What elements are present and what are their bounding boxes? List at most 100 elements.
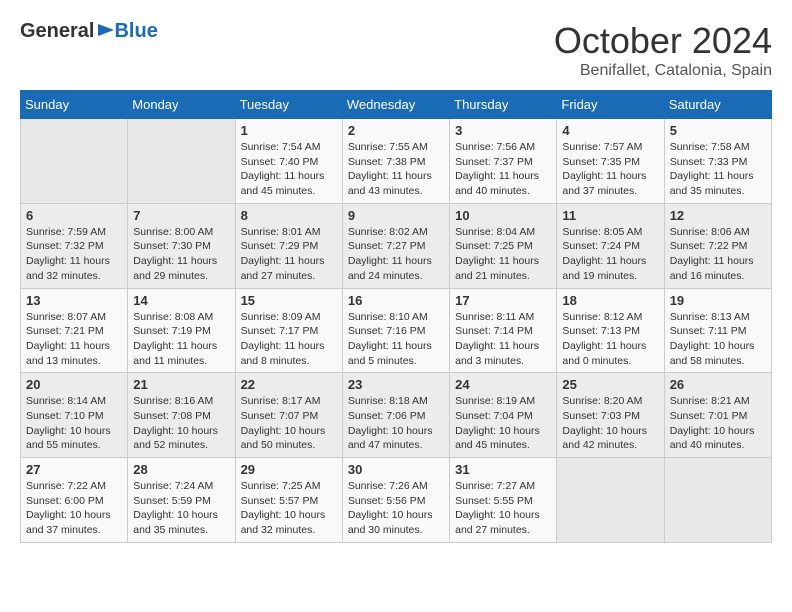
header-tuesday: Tuesday (235, 91, 342, 119)
logo: General Blue (20, 20, 158, 43)
header-wednesday: Wednesday (342, 91, 449, 119)
day-number: 15 (241, 293, 337, 308)
day-number: 14 (133, 293, 229, 308)
day-info: Sunrise: 8:09 AM Sunset: 7:17 PM Dayligh… (241, 310, 337, 369)
table-row: 15 Sunrise: 8:09 AM Sunset: 7:17 PM Dayli… (235, 288, 342, 373)
table-row: 6Sunrise: 7:59 AM Sunset: 7:32 PM Daylig… (21, 203, 128, 288)
day-info: Sunrise: 7:59 AM Sunset: 7:32 PM Dayligh… (26, 225, 122, 284)
day-number: 24 (455, 377, 551, 392)
table-row: 24 Sunrise: 8:19 AM Sunset: 7:04 PM Dayli… (450, 373, 557, 458)
table-row: 13 Sunrise: 8:07 AM Sunset: 7:21 PM Dayli… (21, 288, 128, 373)
day-info: Sunrise: 7:25 AM Sunset: 5:57 PM Dayligh… (241, 479, 337, 538)
day-info: Sunrise: 8:13 AM Sunset: 7:11 PM Dayligh… (670, 310, 766, 369)
day-number: 1 (241, 123, 337, 138)
day-number: 4 (562, 123, 658, 138)
table-row: 27 Sunrise: 7:22 AM Sunset: 6:00 PM Dayli… (21, 458, 128, 543)
calendar-table: Sunday Monday Tuesday Wednesday Thursday… (20, 90, 772, 543)
day-number: 28 (133, 462, 229, 477)
table-row: 14 Sunrise: 8:08 AM Sunset: 7:19 PM Dayli… (128, 288, 235, 373)
calendar-week-row: 20 Sunrise: 8:14 AM Sunset: 7:10 PM Dayli… (21, 373, 772, 458)
day-number: 25 (562, 377, 658, 392)
day-info: Sunrise: 7:55 AM Sunset: 7:38 PM Dayligh… (348, 140, 444, 199)
page-header: General Blue October 2024 Benifallet, Ca… (20, 20, 772, 80)
calendar-week-row: 6Sunrise: 7:59 AM Sunset: 7:32 PM Daylig… (21, 203, 772, 288)
day-info: Sunrise: 8:17 AM Sunset: 7:07 PM Dayligh… (241, 394, 337, 453)
header-sunday: Sunday (21, 91, 128, 119)
day-number: 9 (348, 208, 444, 223)
table-row (664, 458, 771, 543)
day-number: 13 (26, 293, 122, 308)
day-info: Sunrise: 8:07 AM Sunset: 7:21 PM Dayligh… (26, 310, 122, 369)
day-info: Sunrise: 8:16 AM Sunset: 7:08 PM Dayligh… (133, 394, 229, 453)
day-info: Sunrise: 7:27 AM Sunset: 5:55 PM Dayligh… (455, 479, 551, 538)
day-number: 5 (670, 123, 766, 138)
header-monday: Monday (128, 91, 235, 119)
day-number: 2 (348, 123, 444, 138)
day-number: 7 (133, 208, 229, 223)
table-row: 2 Sunrise: 7:55 AM Sunset: 7:38 PM Daylig… (342, 119, 449, 204)
table-row: 3Sunrise: 7:56 AM Sunset: 7:37 PM Daylig… (450, 119, 557, 204)
day-number: 26 (670, 377, 766, 392)
table-row: 22 Sunrise: 8:17 AM Sunset: 7:07 PM Dayli… (235, 373, 342, 458)
table-row: 29 Sunrise: 7:25 AM Sunset: 5:57 PM Dayli… (235, 458, 342, 543)
table-row: 19 Sunrise: 8:13 AM Sunset: 7:11 PM Dayli… (664, 288, 771, 373)
day-info: Sunrise: 7:22 AM Sunset: 6:00 PM Dayligh… (26, 479, 122, 538)
day-number: 3 (455, 123, 551, 138)
table-row: 11 Sunrise: 8:05 AM Sunset: 7:24 PM Dayli… (557, 203, 664, 288)
day-info: Sunrise: 8:20 AM Sunset: 7:03 PM Dayligh… (562, 394, 658, 453)
table-row: 17Sunrise: 8:11 AM Sunset: 7:14 PM Dayli… (450, 288, 557, 373)
day-info: Sunrise: 7:57 AM Sunset: 7:35 PM Dayligh… (562, 140, 658, 199)
table-row: 7 Sunrise: 8:00 AM Sunset: 7:30 PM Daylig… (128, 203, 235, 288)
day-info: Sunrise: 7:54 AM Sunset: 7:40 PM Dayligh… (241, 140, 337, 199)
day-info: Sunrise: 7:24 AM Sunset: 5:59 PM Dayligh… (133, 479, 229, 538)
day-info: Sunrise: 8:02 AM Sunset: 7:27 PM Dayligh… (348, 225, 444, 284)
month-year-title: October 2024 (554, 20, 772, 62)
day-number: 10 (455, 208, 551, 223)
day-info: Sunrise: 8:11 AM Sunset: 7:14 PM Dayligh… (455, 310, 551, 369)
table-row: 26 Sunrise: 8:21 AM Sunset: 7:01 PM Dayli… (664, 373, 771, 458)
day-number: 11 (562, 208, 658, 223)
header-thursday: Thursday (450, 91, 557, 119)
day-number: 20 (26, 377, 122, 392)
logo-flag-icon (96, 22, 116, 42)
table-row: 12 Sunrise: 8:06 AM Sunset: 7:22 PM Dayli… (664, 203, 771, 288)
day-number: 22 (241, 377, 337, 392)
day-info: Sunrise: 8:19 AM Sunset: 7:04 PM Dayligh… (455, 394, 551, 453)
day-info: Sunrise: 8:21 AM Sunset: 7:01 PM Dayligh… (670, 394, 766, 453)
logo-general-text: General (20, 20, 94, 43)
day-number: 16 (348, 293, 444, 308)
day-number: 30 (348, 462, 444, 477)
day-number: 12 (670, 208, 766, 223)
day-info: Sunrise: 7:26 AM Sunset: 5:56 PM Dayligh… (348, 479, 444, 538)
day-number: 27 (26, 462, 122, 477)
table-row (557, 458, 664, 543)
day-number: 8 (241, 208, 337, 223)
table-row: 21Sunrise: 8:16 AM Sunset: 7:08 PM Dayli… (128, 373, 235, 458)
header-saturday: Saturday (664, 91, 771, 119)
day-number: 23 (348, 377, 444, 392)
logo-blue-text: Blue (114, 20, 157, 43)
day-info: Sunrise: 8:00 AM Sunset: 7:30 PM Dayligh… (133, 225, 229, 284)
day-info: Sunrise: 8:06 AM Sunset: 7:22 PM Dayligh… (670, 225, 766, 284)
table-row: 23Sunrise: 8:18 AM Sunset: 7:06 PM Dayli… (342, 373, 449, 458)
table-row: 16 Sunrise: 8:10 AM Sunset: 7:16 PM Dayli… (342, 288, 449, 373)
calendar-week-row: 13 Sunrise: 8:07 AM Sunset: 7:21 PM Dayli… (21, 288, 772, 373)
day-info: Sunrise: 8:12 AM Sunset: 7:13 PM Dayligh… (562, 310, 658, 369)
day-number: 31 (455, 462, 551, 477)
title-block: October 2024 Benifallet, Catalonia, Spai… (554, 20, 772, 80)
day-number: 19 (670, 293, 766, 308)
table-row: 20 Sunrise: 8:14 AM Sunset: 7:10 PM Dayli… (21, 373, 128, 458)
day-info: Sunrise: 7:58 AM Sunset: 7:33 PM Dayligh… (670, 140, 766, 199)
table-row: 10Sunrise: 8:04 AM Sunset: 7:25 PM Dayli… (450, 203, 557, 288)
day-info: Sunrise: 8:14 AM Sunset: 7:10 PM Dayligh… (26, 394, 122, 453)
day-info: Sunrise: 8:08 AM Sunset: 7:19 PM Dayligh… (133, 310, 229, 369)
table-row: 18Sunrise: 8:12 AM Sunset: 7:13 PM Dayli… (557, 288, 664, 373)
table-row: 1 Sunrise: 7:54 AM Sunset: 7:40 PM Daylig… (235, 119, 342, 204)
calendar-week-row: 1 Sunrise: 7:54 AM Sunset: 7:40 PM Daylig… (21, 119, 772, 204)
day-info: Sunrise: 8:10 AM Sunset: 7:16 PM Dayligh… (348, 310, 444, 369)
day-number: 29 (241, 462, 337, 477)
calendar-header-row: Sunday Monday Tuesday Wednesday Thursday… (21, 91, 772, 119)
table-row: 5 Sunrise: 7:58 AM Sunset: 7:33 PM Daylig… (664, 119, 771, 204)
day-info: Sunrise: 8:05 AM Sunset: 7:24 PM Dayligh… (562, 225, 658, 284)
header-friday: Friday (557, 91, 664, 119)
